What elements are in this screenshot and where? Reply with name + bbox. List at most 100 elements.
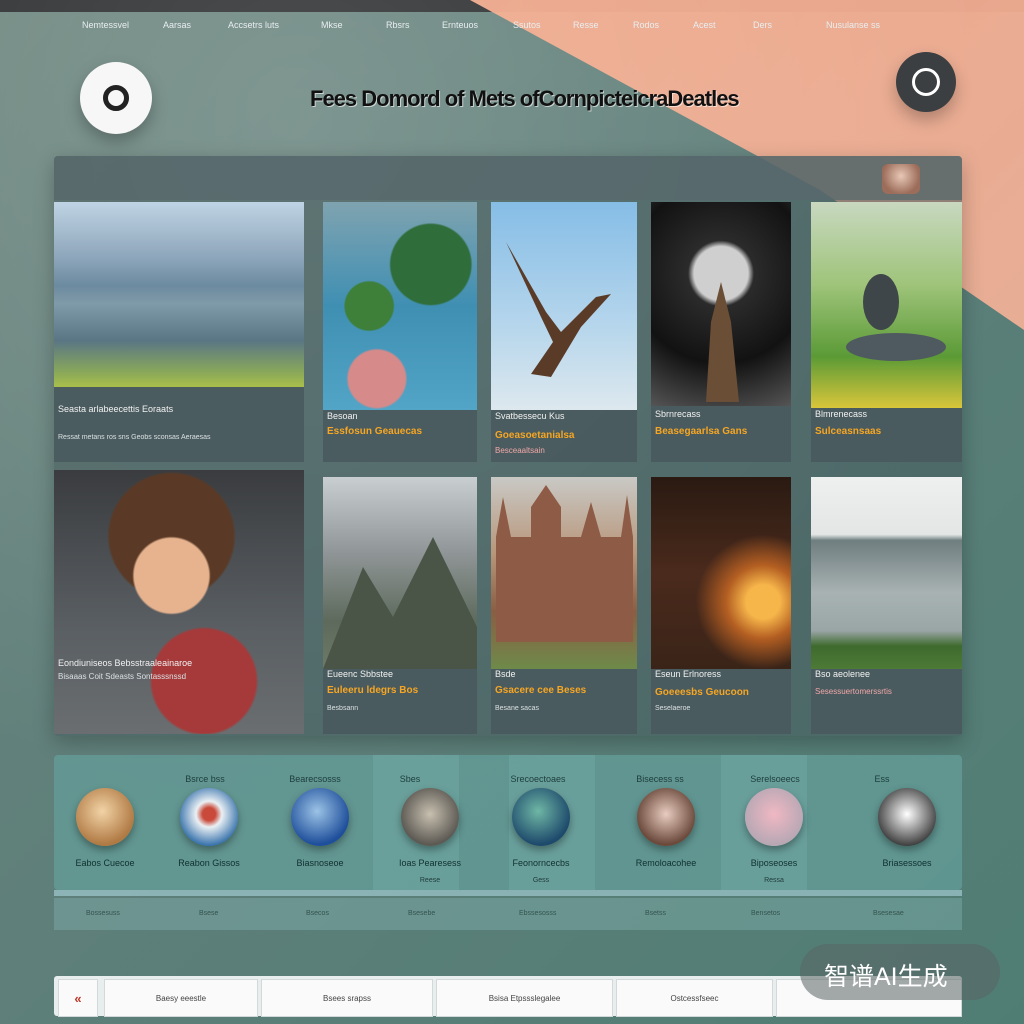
nav-bar: [54, 156, 962, 200]
category-thumbnail[interactable]: [878, 788, 936, 846]
category-thumbnail[interactable]: [291, 788, 349, 846]
category-label[interactable]: Briasessoes: [864, 858, 950, 868]
home-button[interactable]: [80, 62, 152, 134]
mountains-image: [323, 477, 477, 669]
category-thumbnail[interactable]: [637, 788, 695, 846]
menu-button[interactable]: [896, 52, 956, 112]
nav-item[interactable]: Ders: [753, 20, 772, 30]
filter-item[interactable]: Bossesuss: [86, 910, 120, 917]
avatar[interactable]: [882, 164, 920, 194]
category-sublabel: Gess: [532, 877, 550, 884]
page-button[interactable]: Ostcessfseec: [616, 979, 773, 1017]
corridor-image: [651, 477, 791, 669]
gallery-card[interactable]: Bsde Gsacere cee Beses Besane sacas: [491, 477, 637, 734]
gallery-card[interactable]: Eueenc Sbbstee Euleeru ldegrs Bos Besbsa…: [323, 477, 477, 734]
page-button[interactable]: Baesy eeestle: [104, 979, 258, 1017]
gallery-card[interactable]: Besoan Essfosun Geauecas: [323, 202, 477, 462]
category-sublabel: Ressa: [764, 877, 784, 884]
filter-item[interactable]: Bsese: [199, 910, 218, 917]
card-title: Besoan: [327, 411, 358, 421]
castle-icon: [496, 485, 633, 642]
nav-item[interactable]: Ssutos: [513, 20, 541, 30]
card-title: Blmrenecass: [815, 409, 868, 419]
gallery-card[interactable]: Eseun Erlnoress Goeeesbs Geucoon Seselae…: [651, 477, 791, 734]
category-label[interactable]: Biposeoses: [731, 858, 817, 868]
nav-item[interactable]: Nemtessvel: [82, 20, 129, 30]
card-title: Eueenc Sbbstee: [327, 669, 394, 679]
page-title: Fees Domord of Mets ofCornpicteicraDeatl…: [310, 86, 740, 111]
filter-strip: [54, 898, 962, 930]
card-subtitle: Gsacere cee Beses: [495, 685, 587, 696]
card-title: Eondiuniseos Bebsstraaleainaroe: [58, 658, 193, 668]
islands-image: [323, 202, 477, 410]
gallery-card[interactable]: Bso aeolenee Sesessuertomerssrtis: [811, 477, 962, 734]
category-label[interactable]: Eabos Cuecoe: [62, 858, 148, 868]
nav-item[interactable]: Ernteuos: [442, 20, 478, 30]
category-heading: Serelsoeecs: [750, 774, 800, 784]
card-caption: Besbsann: [327, 705, 359, 712]
nav-item[interactable]: Rbsrs: [386, 20, 410, 30]
category-label[interactable]: Reabon Gissos: [166, 858, 252, 868]
category-thumbnail[interactable]: [512, 788, 570, 846]
filter-item[interactable]: Bsesebe: [408, 910, 435, 917]
filter-item[interactable]: Bensetos: [751, 910, 780, 917]
gallery-card[interactable]: Blmrenecass Sulceasnsaas: [811, 202, 962, 462]
nav-item[interactable]: Acest: [693, 20, 716, 30]
category-thumbnail[interactable]: [76, 788, 134, 846]
category-label[interactable]: Biasnoseoe: [277, 858, 363, 868]
category-thumbnail[interactable]: [401, 788, 459, 846]
card-subtitle: Euleeru ldegrs Bos: [327, 685, 419, 696]
filter-item[interactable]: Bsesesae: [873, 910, 904, 917]
divider: [54, 890, 962, 896]
sky-image: [491, 202, 637, 410]
card-title: Svatbessecu Kus: [495, 411, 565, 421]
card-subtitle: Goeeesbs Geucoon: [655, 687, 749, 698]
card-caption: Ressat metans ros sns Geobs sconsas Aera…: [58, 434, 211, 441]
category-heading: Srecoectoaes: [510, 774, 566, 784]
nav-item[interactable]: Rodos: [633, 20, 659, 30]
gallery-card[interactable]: Svatbessecu Kus Goeasoetanialsa Besceaal…: [491, 202, 637, 462]
filter-item[interactable]: Bsetss: [645, 910, 666, 917]
nav-item[interactable]: Nusulanse ss: [826, 20, 886, 30]
nav-item[interactable]: Resse: [573, 20, 599, 30]
gallery-card[interactable]: Seasta arlabeecettis Eoraats Ressat meta…: [54, 202, 304, 462]
page-button[interactable]: Bsees srapss: [261, 979, 433, 1017]
tower-icon: [706, 282, 739, 402]
card-caption: Sesessuertomerssrtis: [815, 687, 892, 696]
card-title: Bsde: [495, 669, 516, 679]
category-thumbnail[interactable]: [745, 788, 803, 846]
card-subtitle: Essfosun Geauecas: [327, 426, 423, 437]
card-caption: Bisaaas Coit Sdeasts Sontasssnssd: [58, 672, 187, 681]
category-label[interactable]: Ioas Pearesess: [387, 858, 473, 868]
category-heading: Bearecsosss: [289, 774, 341, 784]
card-subtitle: Goeasoetanialsa: [495, 430, 575, 441]
filter-item[interactable]: Bsecos: [306, 910, 329, 917]
category-heading: Bsrce bss: [185, 774, 225, 784]
card-subtitle: Sulceasnsaas: [815, 426, 882, 437]
card-caption: Besane sacas: [495, 705, 539, 712]
gallery-card[interactable]: Sbrnrecass Beasegaarlsa Gans: [651, 202, 791, 462]
card-title: Bso aeolenee: [815, 669, 871, 679]
sculpture-icon: [846, 274, 946, 361]
page-button[interactable]: Bsisa Etpssslegalee: [436, 979, 613, 1017]
prev-page-button[interactable]: «: [58, 979, 98, 1017]
circle-icon: [912, 68, 940, 96]
category-thumbnail[interactable]: [180, 788, 238, 846]
category-label[interactable]: Remoloacohee: [623, 858, 709, 868]
card-title: Seasta arlabeecettis Eoraats: [58, 404, 174, 414]
filter-item[interactable]: Ebssesosss: [519, 910, 556, 917]
gallery-card[interactable]: Eondiuniseos Bebsstraaleainaroe Bisaaas …: [54, 470, 304, 734]
nav-item[interactable]: Aarsas: [163, 20, 191, 30]
home-icon: [103, 85, 129, 111]
watermark: 智谱AI生成: [800, 944, 1000, 1000]
card-subtitle: Beasegaarlsa Gans: [655, 426, 748, 437]
nav-item[interactable]: Mkse: [321, 20, 343, 30]
category-label[interactable]: Feonorncecbs: [498, 858, 584, 868]
card-caption: Seselaeroe: [655, 705, 691, 712]
nav-item[interactable]: Accsetrs luts: [228, 20, 279, 30]
mountain-icon: [323, 537, 477, 669]
card-title: Sbrnrecass: [655, 409, 701, 419]
card-title: Eseun Erlnoress: [655, 669, 722, 679]
castle-image: [491, 477, 637, 669]
moon-image: [651, 202, 791, 406]
